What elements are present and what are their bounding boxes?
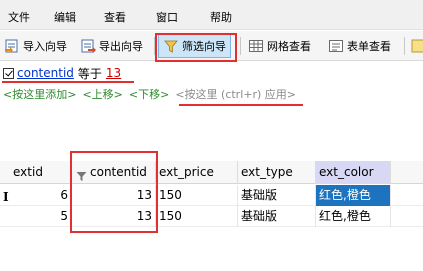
form-view-button[interactable]: 表单查看 [328, 34, 391, 58]
move-down-link[interactable]: <下移> [129, 86, 169, 102]
menu-help[interactable]: 帮助 [210, 9, 232, 25]
filter-wizard-button[interactable]: 筛选向导 [158, 34, 231, 58]
table-row[interactable]: I 6 13 150 基础版 红色,橙色 [0, 185, 423, 206]
cell-contentid[interactable]: 13 [72, 206, 156, 227]
cell-ext-price[interactable]: 150 [156, 206, 238, 227]
filter-funnel-icon [163, 38, 179, 54]
condition-checkbox[interactable] [3, 67, 14, 79]
cell-ext-color[interactable]: 红色,橙色 [316, 185, 391, 206]
menu-window[interactable]: 窗口 [156, 9, 178, 25]
form-view-label: 表单查看 [347, 40, 391, 53]
condition-value[interactable]: 13 [106, 66, 121, 80]
menu-file[interactable]: 文件 [8, 9, 30, 25]
export-wizard-icon [80, 38, 96, 54]
column-header-ext-color[interactable]: ext_color [316, 161, 391, 184]
grid-view-button[interactable]: 网格查看 [248, 34, 311, 58]
form-view-icon [328, 38, 344, 54]
note-icon [410, 38, 423, 54]
annotation-underline-condition [2, 81, 134, 83]
toolbar-separator [404, 37, 405, 55]
toolbar-separator [154, 37, 155, 55]
export-wizard-button[interactable]: 导出向导 [80, 34, 143, 58]
cell-extid[interactable]: 5 [10, 206, 72, 227]
import-wizard-icon [4, 38, 20, 54]
column-header-contentid-label: contentid [90, 165, 147, 179]
cell-ext-color[interactable]: 红色,橙色 [316, 206, 391, 227]
cell-contentid[interactable]: 13 [72, 185, 156, 206]
grid-view-icon [248, 38, 264, 54]
current-row-indicator: I [3, 190, 9, 204]
filter-panel: contentid 等于 13 <按这里添加> <上移> <下移> <按这里 (… [0, 62, 423, 110]
cell-ext-type[interactable]: 基础版 [238, 185, 316, 206]
condition-field[interactable]: contentid [17, 66, 74, 80]
more-toolbar-button[interactable] [410, 34, 423, 58]
column-header-extid[interactable]: extid [10, 161, 72, 184]
filter-wizard-label: 筛选向导 [182, 40, 226, 53]
export-wizard-label: 导出向导 [99, 40, 143, 53]
cell-ext-type[interactable]: 基础版 [238, 206, 316, 227]
import-wizard-button[interactable]: 导入向导 [4, 34, 67, 58]
grid-header: extid contentid ext_price ext_type ext_c… [0, 161, 423, 184]
cell-extid[interactable]: 6 [10, 185, 72, 206]
apply-filter-link[interactable]: <按这里 (ctrl+r) 应用> [175, 86, 296, 102]
table-row[interactable]: 5 13 150 基础版 红色,橙色 [0, 206, 423, 227]
toolbar: 导入向导 导出向导 筛选向导 网格查看 表单查看 [0, 31, 423, 61]
add-condition-link[interactable]: <按这里添加> [3, 86, 76, 102]
menubar: 文件 编辑 查看 窗口 帮助 [0, 0, 423, 30]
filter-actions-row: <按这里添加> <上移> <下移> <按这里 (ctrl+r) 应用> [3, 86, 296, 102]
data-grid: extid contentid ext_price ext_type ext_c… [0, 161, 423, 271]
menu-view[interactable]: 查看 [104, 9, 126, 25]
annotation-underline-apply [179, 104, 303, 106]
move-up-link[interactable]: <上移> [82, 86, 122, 102]
grid-view-label: 网格查看 [267, 40, 311, 53]
import-wizard-label: 导入向导 [23, 40, 67, 53]
filter-condition-row: contentid 等于 13 [3, 65, 121, 81]
menu-edit[interactable]: 编辑 [54, 9, 76, 25]
condition-operator[interactable]: 等于 [78, 65, 102, 82]
cell-ext-price[interactable]: 150 [156, 185, 238, 206]
column-header-ext-price[interactable]: ext_price [156, 161, 238, 184]
column-header-ext-type[interactable]: ext_type [238, 161, 316, 184]
column-header-contentid[interactable]: contentid [72, 161, 156, 184]
toolbar-separator [240, 37, 241, 55]
